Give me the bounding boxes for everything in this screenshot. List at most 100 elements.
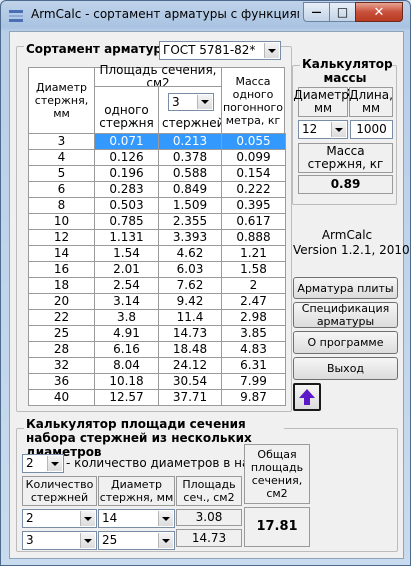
- col-mass-label: Масса одного погонного метра, кг: [222, 74, 284, 127]
- mass-cell: 2.98: [221, 309, 286, 326]
- area-n-cell: 30.54: [158, 373, 222, 390]
- minimize-button[interactable]: —: [303, 2, 330, 22]
- about-button-label: О программе: [307, 336, 384, 349]
- length-input[interactable]: 1000: [350, 120, 393, 139]
- row1-qty-value: 2: [26, 511, 34, 525]
- col-diameter-label: Диаметр стержня, мм: [34, 81, 89, 120]
- close-button[interactable]: ✕: [355, 2, 403, 22]
- up-button[interactable]: [293, 383, 321, 411]
- mass-result-label-cell: Масса стержня, кг: [298, 143, 393, 173]
- chevron-down-icon[interactable]: [80, 533, 95, 548]
- col-n-label: стержней: [162, 116, 225, 130]
- area-n-cell: 1.509: [158, 197, 222, 214]
- row2-area-value: 14.73: [176, 529, 242, 547]
- area-n-cell: 0.378: [158, 149, 222, 166]
- area-n-cell: 11.4: [158, 309, 222, 326]
- table-row[interactable]: 3 0.071 0.213 0.055: [28, 133, 286, 150]
- standard-select[interactable]: ГОСТ 5781-82*: [159, 41, 281, 60]
- area-n-cell: 24.12: [158, 357, 222, 374]
- plate-button[interactable]: Арматура плиты: [293, 277, 398, 299]
- standard-value: ГОСТ 5781-82*: [163, 43, 256, 57]
- chevron-down-icon[interactable]: [197, 95, 212, 109]
- table-row[interactable]: 25 4.91 14.73 3.85: [28, 325, 286, 342]
- diameter-cell: 5: [28, 165, 95, 182]
- diameter-label: Диаметр, мм: [293, 88, 353, 115]
- mass-result-value: 0.89: [298, 175, 393, 194]
- chevron-down-icon[interactable]: [47, 456, 62, 471]
- chevron-down-icon[interactable]: [158, 533, 173, 548]
- about-button[interactable]: О программе: [293, 331, 398, 354]
- window-title: ArmCalc - сортамент арматуры с функциями…: [31, 7, 299, 21]
- table-row[interactable]: 40 12.57 37.71 9.87: [28, 389, 286, 406]
- chevron-down-icon[interactable]: [158, 511, 173, 526]
- area-n-cell: 2.355: [158, 213, 222, 230]
- diameter-cell: 16: [28, 261, 95, 278]
- chevron-down-icon[interactable]: [80, 511, 95, 526]
- up-arrow-icon: [299, 389, 315, 405]
- row2-diam-value: 25: [102, 533, 118, 547]
- table-row[interactable]: 4 0.126 0.378 0.099: [28, 149, 286, 166]
- diam-count-value: 2: [26, 456, 34, 470]
- table-row[interactable]: 28 6.16 18.48 4.83: [28, 341, 286, 358]
- mass-cell: 0.154: [221, 165, 286, 182]
- table-row[interactable]: 5 0.196 0.588 0.154: [28, 165, 286, 182]
- col-mass-header: Масса одного погонного метра, кг: [221, 67, 285, 134]
- table-row[interactable]: 8 0.503 1.509 0.395: [28, 197, 286, 214]
- table-row[interactable]: 16 2.01 6.03 1.58: [28, 261, 286, 278]
- area-n-cell: 0.213: [158, 133, 222, 150]
- mass-cell: 0.099: [221, 149, 286, 166]
- app-icon: [9, 10, 23, 22]
- mass-cell: 1.58: [221, 261, 286, 278]
- length-label: Длина, мм: [349, 88, 393, 115]
- app-version: Version 1.2.1, 2010: [293, 243, 410, 257]
- mass-diameter-select[interactable]: 12: [298, 120, 348, 139]
- area-one-cell: 2.01: [94, 261, 159, 278]
- diameter-cell: 40: [28, 389, 95, 406]
- maximize-button[interactable]: □: [329, 2, 356, 22]
- area-one-cell: 0.196: [94, 165, 159, 182]
- area-n-cell: 0.849: [158, 181, 222, 198]
- area-n-cell: 7.62: [158, 277, 222, 294]
- row2-qty-select[interactable]: 3: [22, 531, 97, 550]
- mass-cell: 2.47: [221, 293, 286, 310]
- chevron-down-icon[interactable]: [264, 43, 279, 58]
- table-row[interactable]: 22 3.8 11.4 2.98: [28, 309, 286, 326]
- mass-cell: 0.222: [221, 181, 286, 198]
- table-row[interactable]: 6 0.283 0.849 0.222: [28, 181, 286, 198]
- row1-qty-select[interactable]: 2: [22, 509, 97, 528]
- diameter-cell: 22: [28, 309, 95, 326]
- diameter-cell: 28: [28, 341, 95, 358]
- area-one-cell: 12.57: [94, 389, 159, 406]
- spec-button[interactable]: Спецификация арматуры: [293, 302, 398, 328]
- row2-diam-select[interactable]: 25: [98, 531, 175, 550]
- n-bars-select[interactable]: 3: [168, 93, 214, 111]
- area-n-cell: 14.73: [158, 325, 222, 342]
- assortment-title: Сортамент арматуры: [24, 42, 175, 56]
- table-row[interactable]: 12 1.131 3.393 0.888: [28, 229, 286, 246]
- row1-area-value: 3.08: [176, 509, 242, 526]
- mass-cell: 9.87: [221, 389, 286, 406]
- table-row[interactable]: 10 0.785 2.355 0.617: [28, 213, 286, 230]
- diameter-cell: 20: [28, 293, 95, 310]
- chevron-down-icon[interactable]: [331, 122, 346, 137]
- table-row[interactable]: 32 8.04 24.12 6.31: [28, 357, 286, 374]
- mass-cell: 3.85: [221, 325, 286, 342]
- client-area: Сортамент арматуры ГОСТ 5781-82* Диаметр…: [9, 31, 410, 559]
- diam-count-select[interactable]: 2: [22, 454, 64, 473]
- diameter-cell: 12: [28, 229, 95, 246]
- mass-cell: 2: [221, 277, 286, 294]
- area-n-cell: 3.393: [158, 229, 222, 246]
- exit-button[interactable]: Выход: [293, 357, 398, 380]
- area-one-cell: 0.071: [94, 133, 159, 150]
- area-one-cell: 6.16: [94, 341, 159, 358]
- area-one-cell: 3.8: [94, 309, 159, 326]
- area-one-cell: 4.91: [94, 325, 159, 342]
- table-row[interactable]: 18 2.54 7.62 2: [28, 277, 286, 294]
- table-row[interactable]: 20 3.14 9.42 2.47: [28, 293, 286, 310]
- maximize-icon: □: [336, 5, 349, 19]
- area-n-cell: 4.62: [158, 245, 222, 262]
- table-row[interactable]: 14 1.54 4.62 1.21: [28, 245, 286, 262]
- row1-diam-select[interactable]: 14: [98, 509, 175, 528]
- row2-qty-value: 3: [26, 533, 34, 547]
- table-row[interactable]: 36 10.18 30.54 7.99: [28, 373, 286, 390]
